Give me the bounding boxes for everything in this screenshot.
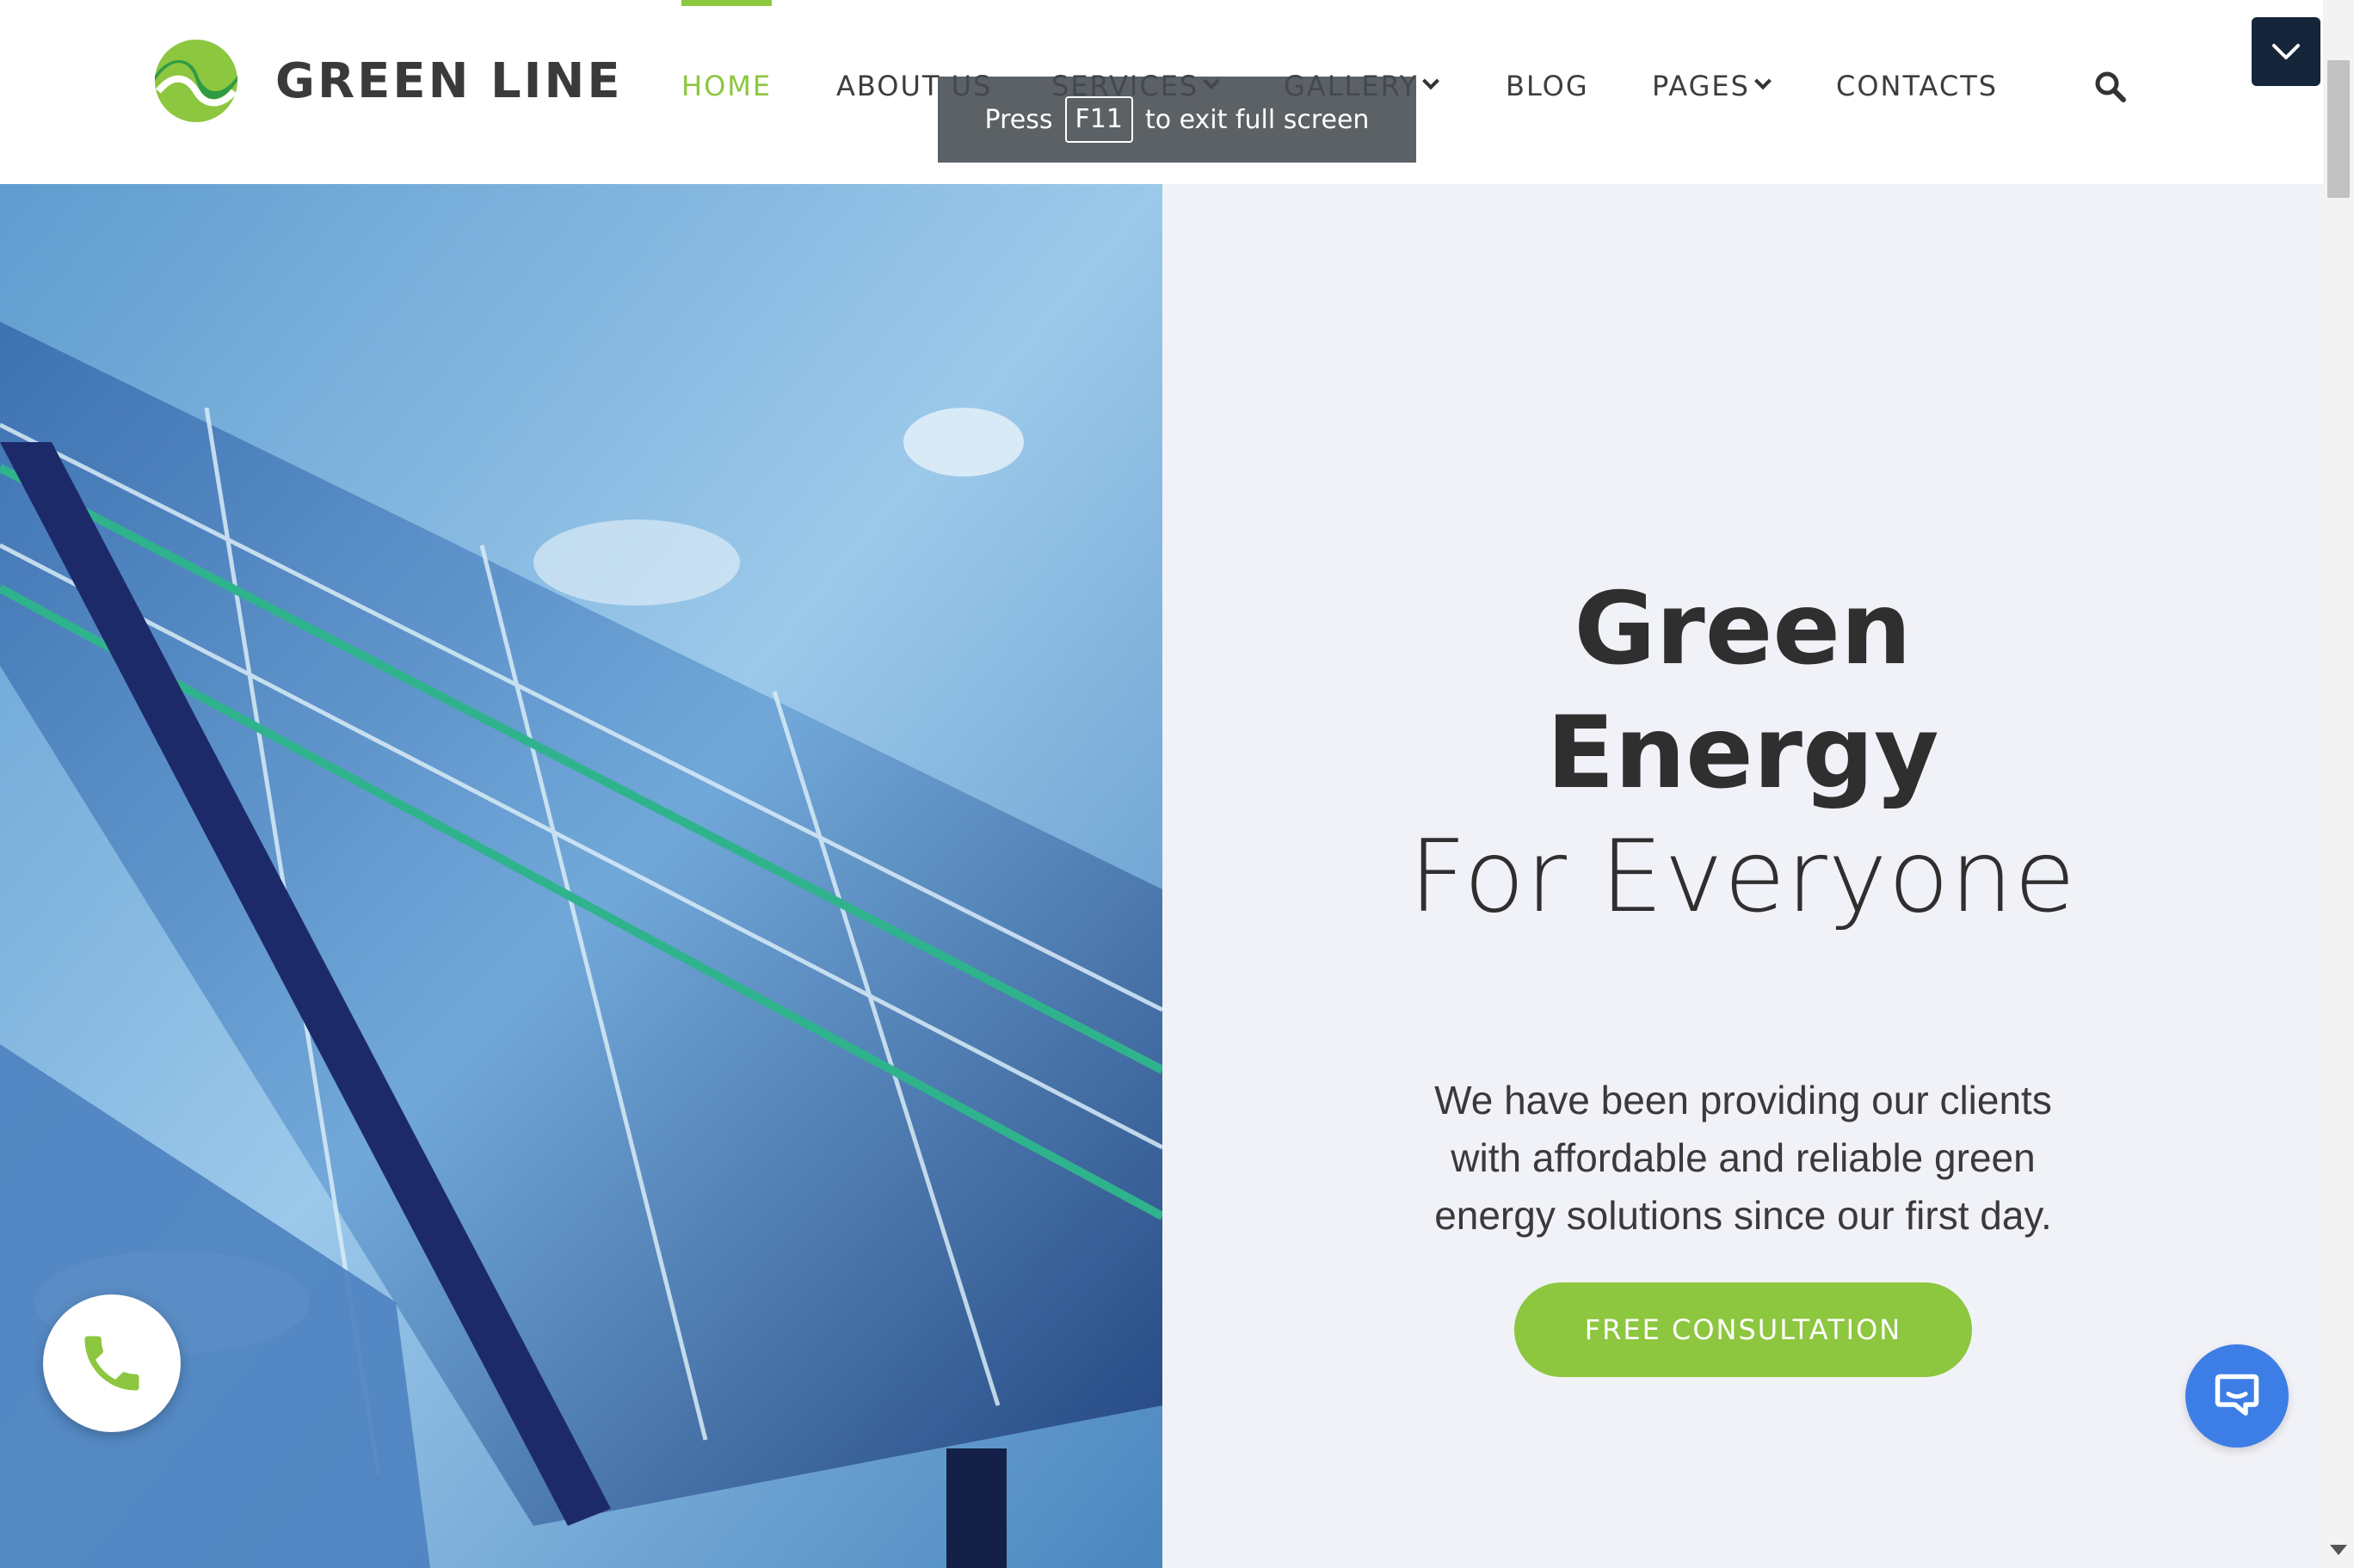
chat-button[interactable] <box>2185 1344 2289 1448</box>
hero-description: We have been providing our clients with … <box>1434 1078 2052 1238</box>
scroll-down-arrow-icon[interactable] <box>2330 1545 2347 1555</box>
nav-item-blog[interactable]: BLOG <box>1506 65 1589 107</box>
collapse-toggle-button[interactable] <box>2252 17 2320 86</box>
phone-icon <box>84 1336 139 1391</box>
page-scrollbar[interactable] <box>2323 0 2354 1568</box>
nav-item-pages[interactable]: PAGES <box>1652 65 1772 107</box>
scrollbar-thumb[interactable] <box>2327 60 2350 198</box>
chevron-down-icon <box>1754 72 1772 90</box>
hero-title-line-2: Energy <box>1546 695 1939 811</box>
free-consultation-button[interactable]: FREE CONSULTATION <box>1514 1282 1972 1377</box>
chevron-down-icon <box>1422 72 1440 90</box>
nav-item-label: PAGES <box>1652 70 1750 102</box>
cta-label: FREE CONSULTATION <box>1584 1313 1902 1346</box>
chevron-down-icon <box>2272 44 2300 59</box>
fullscreen-notice-suffix: to exit full screen <box>1144 104 1370 135</box>
chat-icon <box>2215 1374 2259 1416</box>
f11-key-badge: F11 <box>1064 96 1133 143</box>
hero-title-line-1: Green <box>1574 571 1912 687</box>
nav-item-home[interactable]: HOME <box>681 0 773 107</box>
search-icon[interactable] <box>2092 69 2127 103</box>
nav-item-contacts[interactable]: CONTACTS <box>1836 65 1998 107</box>
fullscreen-notice: Press F11 to exit full screen <box>938 77 1416 163</box>
nav-item-label: CONTACTS <box>1836 70 1999 102</box>
hero-title-line-3: For Everyone <box>1408 819 2077 935</box>
call-button[interactable] <box>43 1294 181 1432</box>
nav-item-label: BLOG <box>1506 70 1589 102</box>
nav-item-label: HOME <box>681 70 773 102</box>
fullscreen-notice-prefix: Press <box>984 104 1053 135</box>
